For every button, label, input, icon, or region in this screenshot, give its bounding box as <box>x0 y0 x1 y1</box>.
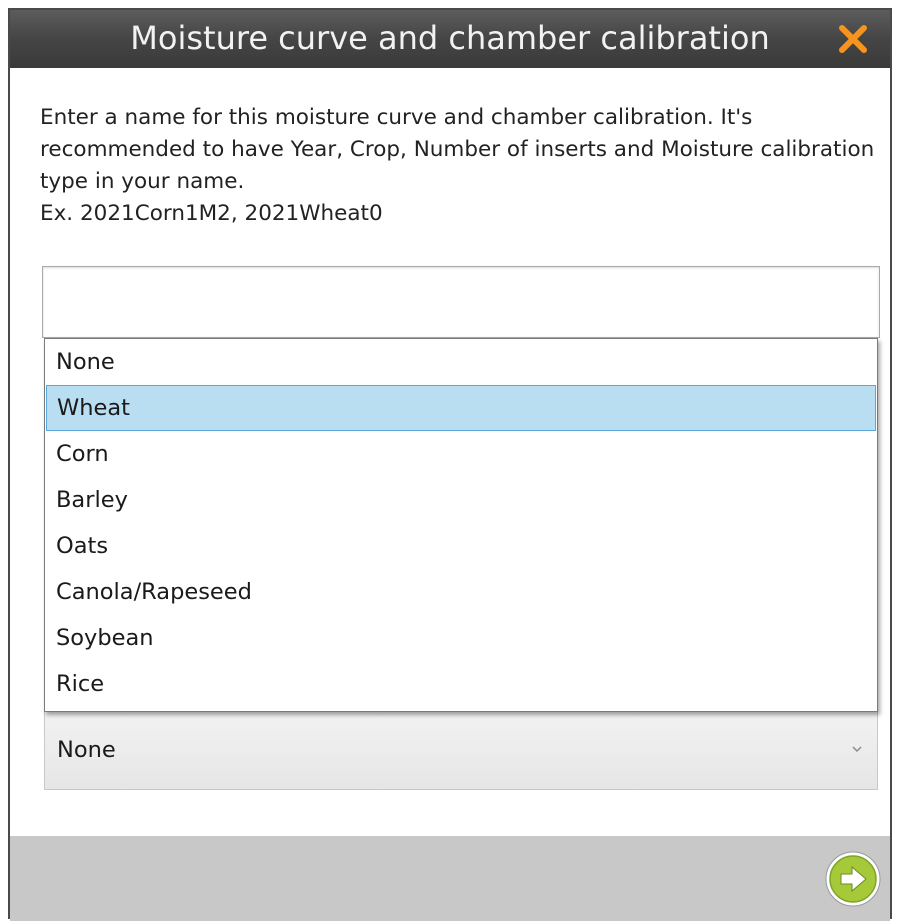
dropdown-option-canola[interactable]: Canola/Rapeseed <box>46 569 876 615</box>
close-button[interactable] <box>834 20 872 58</box>
dropdown-option-soybean[interactable]: Soybean <box>46 615 876 661</box>
dropdown-option-barley[interactable]: Barley <box>46 477 876 523</box>
calibration-name-input[interactable] <box>42 266 880 338</box>
crop-select[interactable]: None <box>44 710 878 790</box>
close-icon <box>839 25 867 53</box>
next-button[interactable] <box>824 850 882 908</box>
instructions-example: Ex. 2021Corn1M2, 2021Wheat0 <box>40 201 383 226</box>
arrow-right-circle-icon <box>825 851 881 907</box>
dropdown-option-rice[interactable]: Rice <box>46 661 876 707</box>
instructions-line1: Enter a name for this moisture curve and… <box>40 105 875 194</box>
crop-dropdown-list: None Wheat Corn Barley Oats Canola/Rapes… <box>44 338 878 712</box>
calibration-dialog: Moisture curve and chamber calibration E… <box>8 8 892 921</box>
dialog-title: Moisture curve and chamber calibration <box>130 19 770 57</box>
dropdown-option-oats[interactable]: Oats <box>46 523 876 569</box>
dropdown-option-none[interactable]: None <box>46 339 876 385</box>
chevron-down-icon <box>852 746 862 753</box>
crop-select-value: None <box>57 737 116 763</box>
instructions-text: Enter a name for this moisture curve and… <box>40 102 886 230</box>
dropdown-option-wheat[interactable]: Wheat <box>46 385 876 431</box>
dialog-footer <box>10 836 890 921</box>
dropdown-option-corn[interactable]: Corn <box>46 431 876 477</box>
title-bar: Moisture curve and chamber calibration <box>10 10 890 68</box>
